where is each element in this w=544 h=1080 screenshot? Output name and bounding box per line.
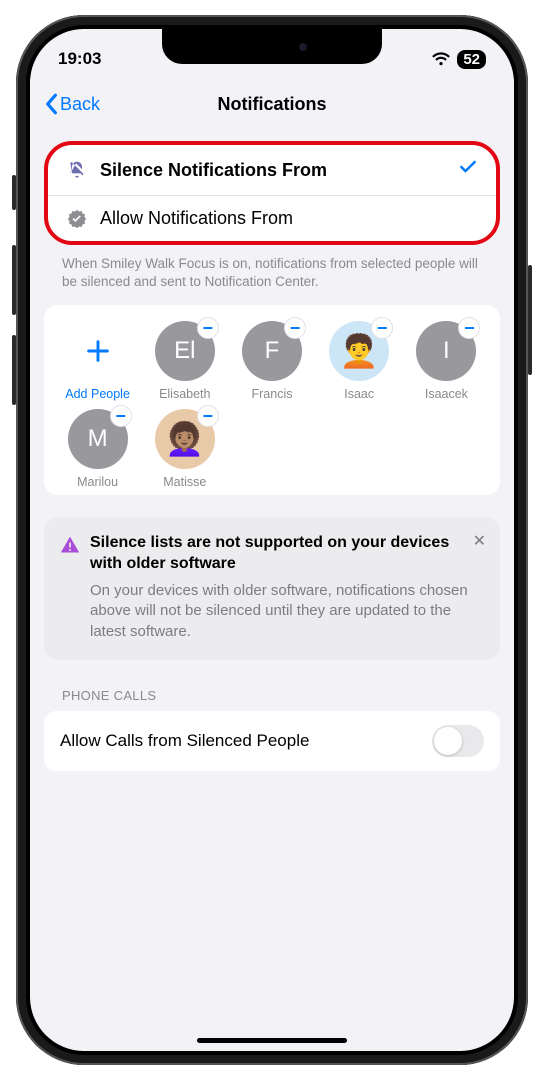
people-card: Add People El − Elisabeth F − [44, 305, 500, 495]
person-isaacek[interactable]: I − Isaacek [407, 321, 486, 401]
remove-icon[interactable]: − [110, 405, 132, 427]
compatibility-notice: ✕ Silence lists are not supported on you… [44, 517, 500, 659]
iphone-frame: 19:03 52 Back Notifications S [16, 15, 528, 1065]
remove-icon[interactable]: − [458, 317, 480, 339]
volume-up [12, 245, 16, 315]
nav-bar: Back Notifications [30, 79, 514, 129]
allow-calls-row: Allow Calls from Silenced People [44, 711, 500, 771]
person-francis[interactable]: F − Francis [232, 321, 311, 401]
allow-calls-toggle[interactable] [432, 725, 484, 757]
avatar: M − [68, 409, 128, 469]
avatar: 🧑‍🦱 − [329, 321, 389, 381]
avatar: El − [155, 321, 215, 381]
add-people-label: Add People [65, 387, 130, 401]
notice-body: On your devices with older software, not… [90, 581, 484, 642]
avatar: 👩🏽‍🦱 − [155, 409, 215, 469]
page-title: Notifications [217, 94, 326, 115]
remove-icon[interactable]: − [371, 317, 393, 339]
person-label: Isaacek [425, 387, 468, 401]
mode-footer-text: When Smiley Walk Focus is on, notificati… [44, 251, 500, 305]
notice-title: Silence lists are not supported on your … [90, 533, 484, 575]
option-silence-label: Silence Notifications From [100, 160, 446, 181]
home-indicator[interactable] [197, 1038, 347, 1043]
person-label: Matisse [163, 475, 206, 489]
avatar: I − [416, 321, 476, 381]
avatar: F − [242, 321, 302, 381]
screen: 19:03 52 Back Notifications S [30, 29, 514, 1051]
power-button [528, 265, 532, 375]
volume-down [12, 335, 16, 405]
allow-calls-label: Allow Calls from Silenced People [60, 731, 309, 751]
close-icon[interactable]: ✕ [473, 531, 486, 551]
checkmark-icon [458, 157, 478, 183]
status-time: 19:03 [58, 49, 101, 69]
person-label: Marilou [77, 475, 118, 489]
person-label: Francis [252, 387, 293, 401]
badge-check-icon [66, 209, 88, 229]
plus-icon [68, 321, 128, 381]
add-people-button[interactable]: Add People [58, 321, 137, 401]
mute-switch [12, 175, 16, 210]
person-matisse[interactable]: 👩🏽‍🦱 − Matisse [145, 409, 224, 489]
remove-icon[interactable]: − [197, 405, 219, 427]
person-marilou[interactable]: M − Marilou [58, 409, 137, 489]
person-isaac[interactable]: 🧑‍🦱 − Isaac [320, 321, 399, 401]
person-elisabeth[interactable]: El − Elisabeth [145, 321, 224, 401]
chevron-left-icon [44, 93, 58, 115]
battery-icon: 52 [457, 50, 486, 69]
remove-icon[interactable]: − [284, 317, 306, 339]
option-silence[interactable]: Silence Notifications From [48, 145, 496, 195]
people-grid: Add People El − Elisabeth F − [58, 321, 486, 489]
bell-slash-icon [66, 160, 88, 180]
back-button[interactable]: Back [44, 93, 100, 115]
back-label: Back [60, 94, 100, 115]
option-allow-label: Allow Notifications From [100, 208, 478, 229]
option-allow[interactable]: Allow Notifications From [48, 195, 496, 241]
person-label: Elisabeth [159, 387, 210, 401]
warning-icon [60, 535, 80, 560]
wifi-icon [431, 52, 451, 66]
notch [162, 29, 382, 64]
person-label: Isaac [344, 387, 374, 401]
notification-mode-group: Silence Notifications From Allow Notific… [44, 141, 500, 245]
remove-icon[interactable]: − [197, 317, 219, 339]
phone-calls-header: Phone Calls [44, 660, 500, 711]
